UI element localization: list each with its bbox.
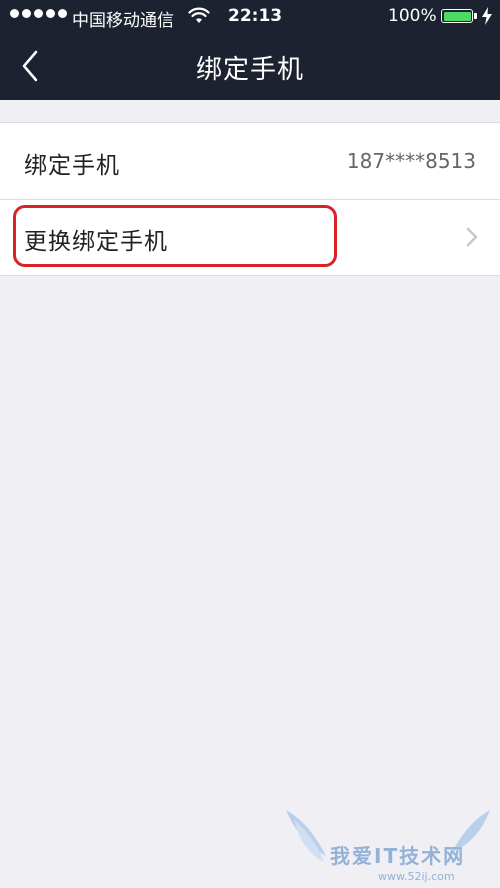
- phone-binding-settings-group: 绑定手机 187****8513 更换绑定手机: [0, 122, 500, 276]
- status-bar: 中国移动通信 22:13 100%: [0, 0, 500, 34]
- watermark-url: www.52ij.com: [378, 870, 455, 883]
- bound-phone-row: 绑定手机 187****8513: [0, 123, 500, 199]
- battery-icon: [441, 9, 477, 23]
- chevron-left-icon: [22, 50, 38, 82]
- watermark-text: 我爱IT技术网: [330, 844, 466, 868]
- battery-percent: 100%: [388, 6, 437, 26]
- wifi-icon: [188, 7, 210, 30]
- carrier-name: 中国移动通信: [72, 11, 174, 31]
- battery-level-fill: [443, 11, 471, 21]
- top-bar: 中国移动通信 22:13 100% 绑定手机: [0, 0, 500, 100]
- back-button[interactable]: [10, 44, 54, 88]
- bound-phone-label: 绑定手机: [24, 153, 120, 179]
- clock-time: 22:13: [228, 6, 283, 26]
- bolt-icon: [482, 7, 492, 30]
- chevron-right-icon: [466, 227, 478, 251]
- bound-phone-number: 187****8513: [346, 149, 476, 173]
- navigation-bar: 绑定手机: [0, 34, 500, 100]
- watermark: 我爱IT技术网 www.52ij.com: [280, 808, 495, 884]
- change-bound-phone-label: 更换绑定手机: [24, 229, 168, 255]
- signal-strength-icon: [10, 9, 67, 18]
- page-title: 绑定手机: [195, 55, 304, 85]
- change-bound-phone-row[interactable]: 更换绑定手机: [0, 199, 500, 275]
